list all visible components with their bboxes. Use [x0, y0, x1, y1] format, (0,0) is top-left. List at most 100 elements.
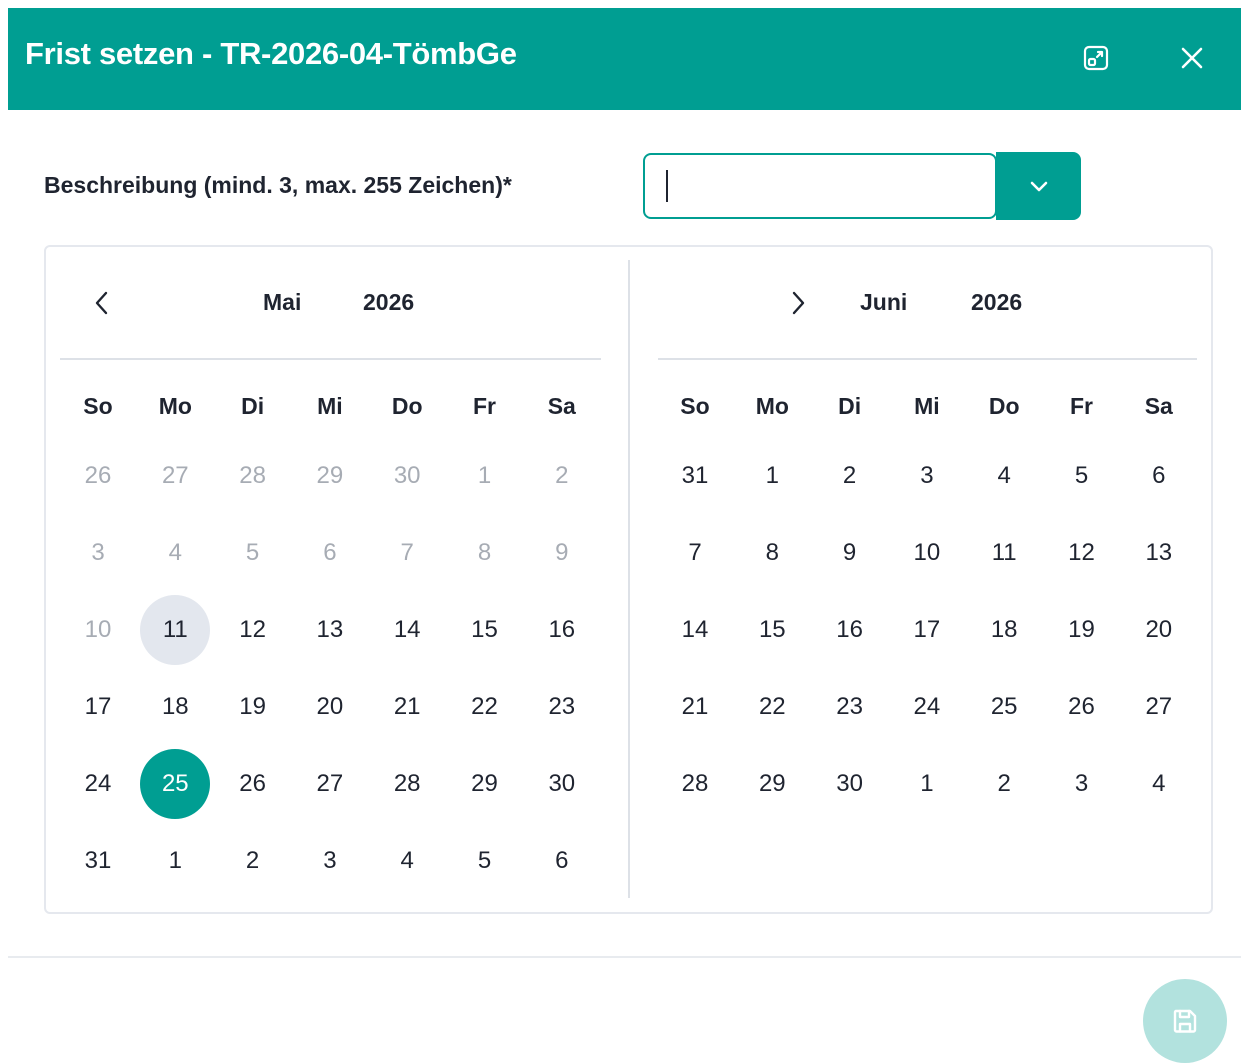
dialog-title: Frist setzen - TR-2026-04-TömbGe: [25, 36, 517, 71]
weekday-header: Mo: [755, 393, 789, 419]
calendar-day[interactable]: 29: [450, 749, 520, 819]
description-dropdown-button[interactable]: [996, 152, 1081, 220]
calendar-day[interactable]: 13: [1124, 518, 1194, 588]
calendar-day: 5: [245, 539, 260, 566]
calendar-day[interactable]: 22: [450, 672, 520, 742]
deadline-dialog: Frist setzen - TR-2026-04-TömbGe Beschre…: [0, 0, 1241, 1063]
calendar-day[interactable]: 28: [372, 749, 442, 819]
month-label-may[interactable]: Mai: [263, 289, 301, 316]
calendar-day[interactable]: 25: [969, 672, 1039, 742]
calendar-day[interactable]: 24: [892, 672, 962, 742]
weekday-header: So: [83, 393, 113, 419]
close-button[interactable]: [1172, 38, 1212, 78]
calendar-day[interactable]: 3: [295, 826, 365, 896]
calendar-day[interactable]: 6: [527, 826, 597, 896]
calendar-day[interactable]: 28: [660, 749, 730, 819]
description-input[interactable]: [643, 153, 997, 219]
calendar-day[interactable]: 17: [892, 595, 962, 665]
calendar-day: 6: [323, 539, 337, 566]
calendar-day[interactable]: 21: [372, 672, 442, 742]
calendar-day[interactable]: 4: [969, 441, 1039, 511]
calendar-day[interactable]: 31: [63, 826, 133, 896]
previous-month-button[interactable]: [82, 283, 122, 323]
calendar-day[interactable]: 14: [660, 595, 730, 665]
year-label-may[interactable]: 2026: [363, 289, 414, 316]
weekday-header: So: [680, 393, 710, 419]
weekday-header: Di: [838, 393, 862, 419]
calendar-day[interactable]: 13: [295, 595, 365, 665]
month-header-divider: [658, 358, 1197, 360]
calendar-day[interactable]: 2: [969, 749, 1039, 819]
save-icon: [1173, 1009, 1197, 1033]
calendar-day[interactable]: 19: [1047, 595, 1117, 665]
calendar-day[interactable]: 14: [372, 595, 442, 665]
calendar-day[interactable]: 3: [892, 441, 962, 511]
calendar-day[interactable]: 25: [140, 749, 211, 819]
calendar-day[interactable]: 2: [218, 826, 288, 896]
calendar-day[interactable]: 23: [815, 672, 885, 742]
weekday-header: Fr: [473, 393, 496, 419]
calendar-day[interactable]: 7: [660, 518, 730, 588]
calendar-day[interactable]: 30: [527, 749, 597, 819]
calendar-day[interactable]: 11: [969, 518, 1039, 588]
calendar-day[interactable]: 12: [1047, 518, 1117, 588]
calendar-day[interactable]: 19: [218, 672, 288, 742]
calendar-day[interactable]: 4: [1124, 749, 1194, 819]
expand-window-button[interactable]: [1076, 38, 1116, 78]
calendar-day[interactable]: 18: [140, 672, 210, 742]
calendar-day[interactable]: 24: [63, 749, 133, 819]
calendar-day[interactable]: 1: [737, 441, 807, 511]
calendar-day[interactable]: 6: [1124, 441, 1194, 511]
calendar-day[interactable]: 29: [737, 749, 807, 819]
calendar-day[interactable]: 27: [1124, 672, 1194, 742]
calendar-day[interactable]: 26: [1047, 672, 1117, 742]
calendar-day[interactable]: 27: [295, 749, 365, 819]
calendar-day[interactable]: 5: [1047, 441, 1117, 511]
calendar-day: 26: [84, 462, 112, 489]
calendar-day[interactable]: 21: [660, 672, 730, 742]
calendar-day: 30: [393, 462, 421, 489]
calendar-day[interactable]: 2: [815, 441, 885, 511]
year-label-june[interactable]: 2026: [971, 289, 1022, 316]
calendar-day[interactable]: 16: [527, 595, 597, 665]
calendar-day[interactable]: 9: [815, 518, 885, 588]
calendar-day[interactable]: 15: [737, 595, 807, 665]
calendar-day[interactable]: 23: [527, 672, 597, 742]
calendar-day[interactable]: 20: [295, 672, 365, 742]
footer-divider: [8, 956, 1241, 958]
calendar-day: 2: [555, 462, 569, 489]
month-label-june[interactable]: Juni: [860, 289, 907, 316]
calendar-day[interactable]: 1: [140, 826, 210, 896]
calendar-day[interactable]: 10: [892, 518, 962, 588]
dialog-header: Frist setzen - TR-2026-04-TömbGe: [8, 8, 1241, 110]
calendar-day[interactable]: 1: [892, 749, 962, 819]
calendar-day[interactable]: 8: [737, 518, 807, 588]
calendar-day[interactable]: 18: [969, 595, 1039, 665]
calendar-day[interactable]: 15: [450, 595, 520, 665]
calendar-day[interactable]: 12: [218, 595, 288, 665]
calendar-day: 4: [168, 539, 182, 566]
calendar-day: 3: [91, 539, 105, 566]
calendar-day: 28: [239, 462, 266, 489]
calendar-day[interactable]: 16: [815, 595, 885, 665]
calendar-day[interactable]: 30: [815, 749, 885, 819]
weekday-header: Sa: [547, 393, 576, 419]
calendar-day: 1: [477, 462, 492, 489]
next-month-button[interactable]: [778, 283, 818, 323]
calendar-day[interactable]: 31: [660, 441, 730, 511]
weekday-header: Do: [391, 393, 423, 419]
calendar-day[interactable]: 26: [218, 749, 288, 819]
description-label: Beschreibung (mind. 3, max. 255 Zeichen)…: [44, 172, 512, 198]
month-header-divider: [60, 358, 601, 360]
save-button[interactable]: [1143, 979, 1227, 1063]
calendar-day[interactable]: 17: [63, 672, 133, 742]
calendar-day[interactable]: 4: [372, 826, 442, 896]
calendar-day[interactable]: 22: [737, 672, 807, 742]
calendar-day[interactable]: 3: [1047, 749, 1117, 819]
calendar-day[interactable]: 20: [1124, 595, 1194, 665]
calendar-day[interactable]: 11: [140, 595, 211, 665]
calendar-day[interactable]: 5: [450, 826, 520, 896]
weekday-header: Di: [241, 393, 265, 419]
expand-window-icon: [1083, 45, 1109, 71]
calendar-day: 29: [316, 462, 344, 489]
